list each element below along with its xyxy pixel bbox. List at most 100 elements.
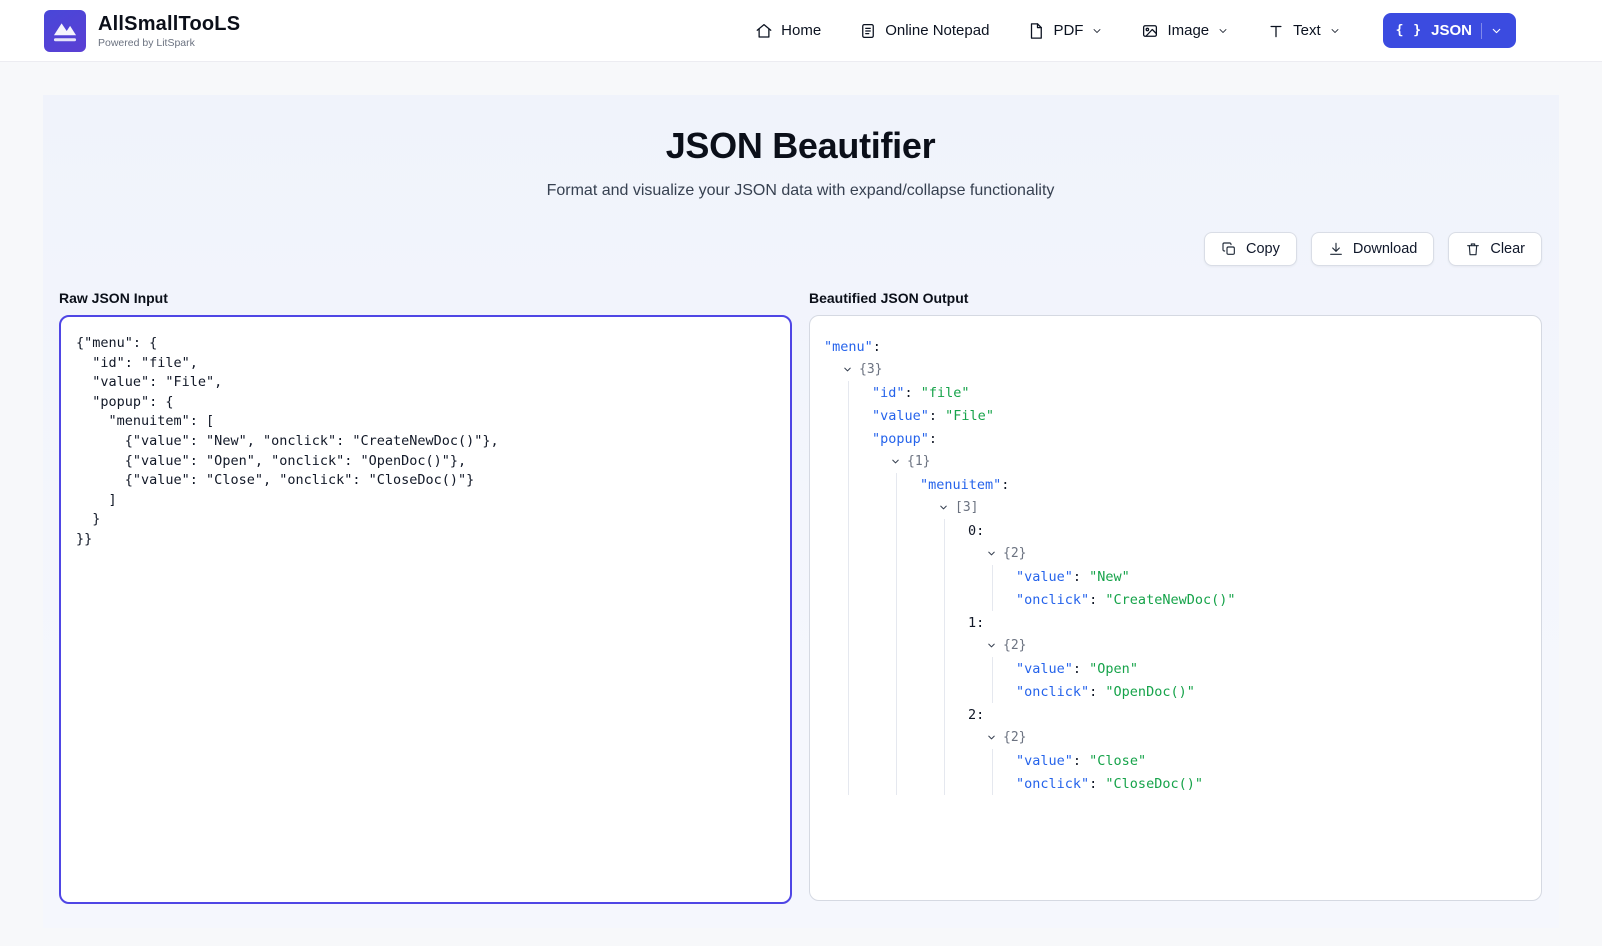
- output-panel: Beautified JSON Output "menu": {3} "id": "…: [809, 290, 1542, 904]
- tree-index-line: 2:: [824, 703, 1527, 726]
- tree-toggle-line[interactable]: {3}: [824, 358, 1527, 381]
- input-panel: Raw JSON Input {"menu": { "id": "file", …: [59, 290, 792, 904]
- tree-pair-line: "value": "File": [824, 404, 1527, 427]
- collapse-badge[interactable]: [3]: [955, 500, 978, 515]
- json-key: "value": [872, 407, 929, 424]
- chevron-down-icon[interactable]: [986, 548, 997, 559]
- indent-guide: [848, 588, 849, 611]
- json-key: "menu": [824, 338, 873, 355]
- colon: :: [1072, 568, 1082, 585]
- json-key: "id": [872, 384, 905, 401]
- indent-guide: [992, 680, 993, 703]
- tree-key-line: "menu":: [824, 335, 1527, 358]
- collapse-badge[interactable]: {3}: [859, 362, 882, 377]
- indent-guide: [944, 703, 945, 726]
- tree-pair-line: "onclick": "OpenDoc()": [824, 680, 1527, 703]
- colon: :: [1089, 591, 1098, 608]
- brand[interactable]: AllSmallTooLS Powered by LitSpark: [44, 9, 240, 52]
- indent-guide: [848, 404, 849, 427]
- indent-guide: [944, 634, 945, 657]
- tree-toggle-line[interactable]: {1}: [824, 450, 1527, 473]
- collapse-badge[interactable]: {2}: [1003, 730, 1026, 745]
- nav-item-text[interactable]: Text: [1267, 22, 1341, 40]
- download-icon: [1328, 241, 1344, 257]
- nav-item-label: Text: [1293, 22, 1321, 39]
- nav-item-image[interactable]: Image: [1141, 22, 1229, 40]
- tree-pair-line: "value": "New": [824, 565, 1527, 588]
- tree-pair-line: "onclick": "CloseDoc()": [824, 772, 1527, 795]
- collapse-badge[interactable]: {1}: [907, 454, 930, 469]
- text-icon: [1267, 22, 1285, 40]
- indent-guide: [896, 542, 897, 565]
- indent-guide: [944, 542, 945, 565]
- indent-guide: [992, 657, 993, 680]
- page-title: JSON Beautifier: [665, 125, 936, 166]
- indent-guide: [896, 726, 897, 749]
- json-key: "value": [1016, 752, 1073, 769]
- json-input[interactable]: {"menu": { "id": "file", "value": "File"…: [59, 315, 792, 904]
- indent-guide: [896, 772, 897, 795]
- tree-toggle-line[interactable]: {2}: [824, 634, 1527, 657]
- output-panel-label: Beautified JSON Output: [809, 290, 969, 306]
- nav-item-online-notepad[interactable]: Online Notepad: [859, 22, 989, 40]
- colon: :: [928, 407, 938, 424]
- indent-guide: [848, 657, 849, 680]
- tree-toggle-line[interactable]: {2}: [824, 726, 1527, 749]
- collapse-badge[interactable]: {2}: [1003, 638, 1026, 653]
- indent-guide: [896, 473, 897, 496]
- indent-guide: [992, 565, 993, 588]
- json-value: "CloseDoc()": [1097, 775, 1203, 792]
- page-subtitle: Format and visualize your JSON data with…: [546, 182, 1055, 199]
- download-button[interactable]: Download: [1310, 232, 1435, 266]
- pdf-icon: [1027, 22, 1045, 40]
- main-container: JSON Beautifier Format and visualize you…: [43, 95, 1559, 928]
- chevron-down-icon[interactable]: [1481, 22, 1503, 39]
- tree-toggle-line[interactable]: {2}: [824, 542, 1527, 565]
- collapse-badge[interactable]: {2}: [1003, 546, 1026, 561]
- chevron-down-icon: [1217, 25, 1229, 37]
- header: AllSmallTooLS Powered by LitSpark Home On…: [0, 0, 1602, 62]
- colon: :: [872, 338, 881, 355]
- colon: :: [1089, 683, 1098, 700]
- tree-key-line: "menuitem":: [824, 473, 1527, 496]
- nav-item-label: Image: [1167, 22, 1210, 39]
- chevron-down-icon: [1329, 25, 1341, 37]
- json-key: "value": [1016, 568, 1073, 585]
- chevron-down-icon[interactable]: [986, 640, 997, 651]
- indent-guide: [848, 542, 849, 565]
- panels-row: Raw JSON Input {"menu": { "id": "file", …: [59, 290, 1542, 904]
- indent-guide: [992, 588, 993, 611]
- colon: :: [1072, 660, 1082, 677]
- colon: :: [928, 430, 938, 447]
- chevron-down-icon[interactable]: [842, 364, 853, 375]
- indent-guide: [848, 496, 849, 519]
- copy-button[interactable]: Copy: [1203, 232, 1297, 266]
- colon: :: [1089, 775, 1098, 792]
- json-button[interactable]: { } JSON: [1382, 13, 1516, 48]
- indent-guide: [848, 427, 849, 450]
- clear-button[interactable]: Clear: [1448, 232, 1542, 266]
- tree-index-line: 0:: [824, 519, 1527, 542]
- json-value: "Open": [1081, 660, 1138, 677]
- json-button-label: JSON: [1431, 22, 1472, 39]
- indent-guide: [848, 381, 849, 404]
- indent-guide: [848, 680, 849, 703]
- tree-toggle-line[interactable]: [3]: [824, 496, 1527, 519]
- colon: :: [1072, 752, 1082, 769]
- indent-guide: [944, 726, 945, 749]
- json-value: "OpenDoc()": [1097, 683, 1195, 700]
- json-tree: "menu": {3} "id": "file" "value": "File" "po…: [809, 315, 1542, 901]
- nav-item-pdf[interactable]: PDF: [1027, 22, 1103, 40]
- nav-item-home[interactable]: Home: [755, 22, 821, 40]
- chevron-down-icon[interactable]: [890, 456, 901, 467]
- tree-pair-line: "id": "file": [824, 381, 1527, 404]
- chevron-down-icon[interactable]: [986, 732, 997, 743]
- indent-guide: [944, 611, 945, 634]
- json-key: "onclick": [1016, 591, 1090, 608]
- brand-logo-icon: [44, 9, 86, 52]
- json-key: "onclick": [1016, 775, 1090, 792]
- chevron-down-icon: [1091, 25, 1103, 37]
- chevron-down-icon[interactable]: [938, 502, 949, 513]
- indent-guide: [848, 450, 849, 473]
- indent-guide: [944, 565, 945, 588]
